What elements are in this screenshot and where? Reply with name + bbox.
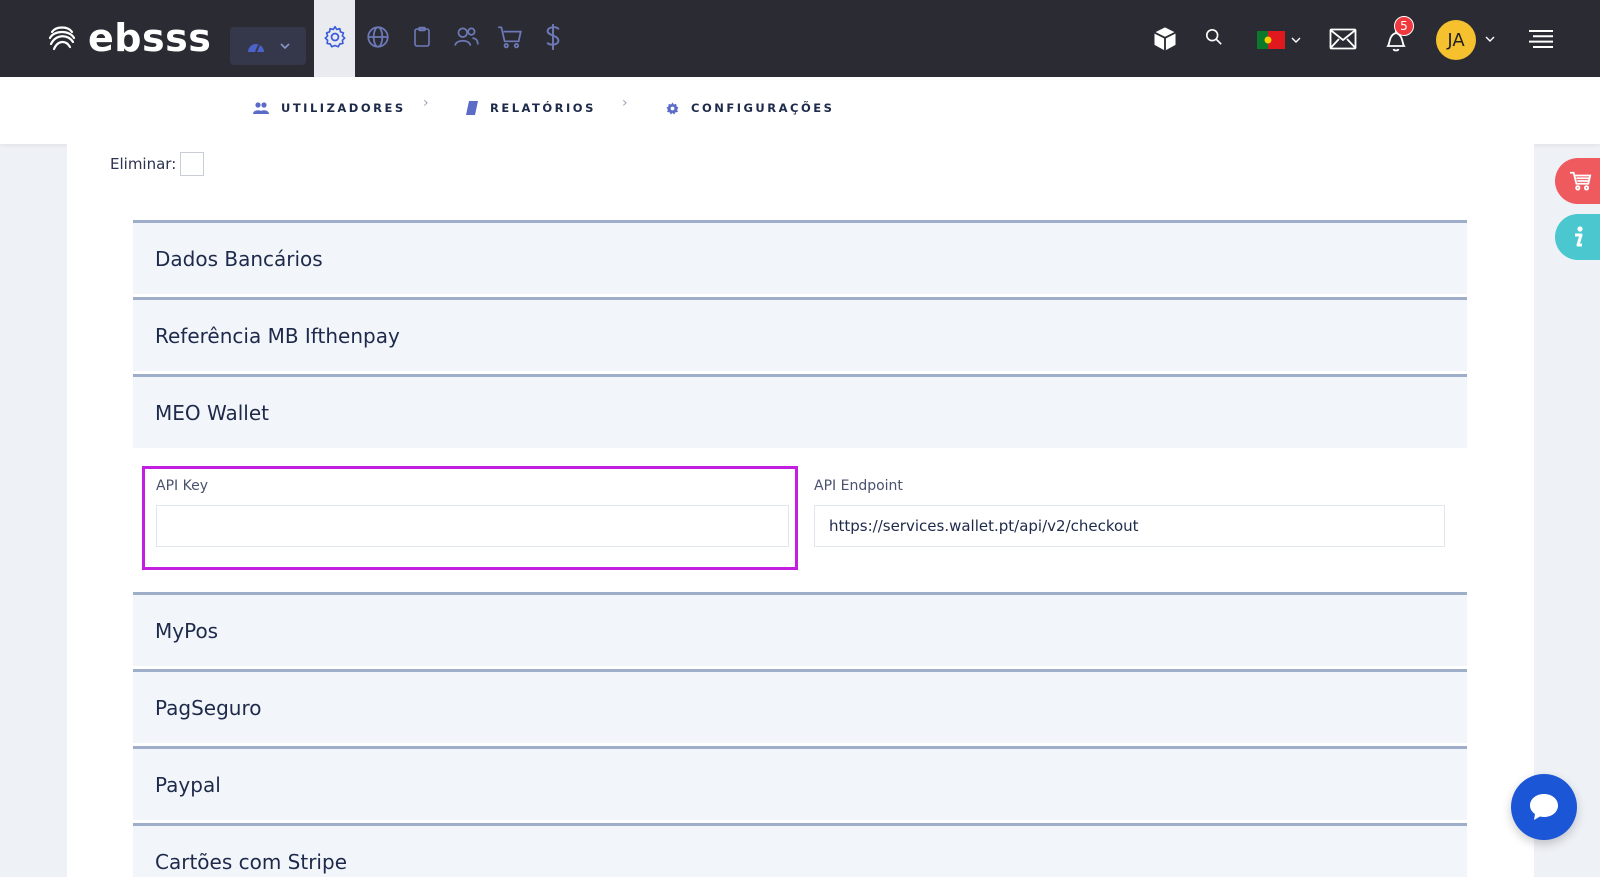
chevron-down-icon: [280, 43, 290, 50]
chat-bubble-icon: [1530, 794, 1558, 820]
cart-icon: [1570, 171, 1592, 191]
section-dados-bancarios[interactable]: Dados Bancários: [133, 220, 1467, 294]
search-icon: [1205, 28, 1222, 45]
users-icon: [253, 102, 269, 114]
nav-clipboard[interactable]: [407, 22, 437, 52]
chevron-down-icon: [1291, 37, 1301, 43]
section-title: MEO Wallet: [155, 401, 270, 425]
dashboard-gauge-icon: [248, 44, 264, 53]
nav-globe[interactable]: [363, 22, 393, 52]
section-title: Cartões com Stripe: [155, 850, 347, 874]
eliminar-checkbox[interactable]: [180, 152, 205, 176]
logo-text: ebsss: [88, 16, 212, 60]
notification-badge: 5: [1394, 16, 1414, 36]
nav-finance[interactable]: [538, 22, 568, 52]
section-title: MyPos: [155, 619, 219, 643]
breadcrumb-separator-icon: ›: [622, 95, 628, 111]
cart-icon: [498, 26, 522, 49]
chevron-down-icon: [1485, 36, 1495, 42]
avatar[interactable]: JA: [1436, 20, 1476, 60]
section-title: Paypal: [155, 773, 221, 797]
portugal-flag-icon: [1257, 31, 1285, 49]
floating-cart-button[interactable]: [1555, 158, 1600, 204]
section-title: Referência MB Ifthenpay: [155, 324, 400, 348]
highlight-box: [142, 466, 798, 570]
section-paypal[interactable]: Paypal: [133, 746, 1467, 820]
box-button[interactable]: [1150, 24, 1180, 54]
messages-button[interactable]: [1328, 25, 1358, 53]
search-button[interactable]: [1203, 26, 1225, 48]
breadcrumb-label: CONFIGURAÇÕES: [691, 101, 835, 115]
breadcrumb-item-configuracoes[interactable]: CONFIGURAÇÕES: [666, 101, 834, 115]
breadcrumb: UTILIZADORES › RELATÓRIOS › CONFIGURAÇÕE…: [0, 77, 1600, 144]
logo[interactable]: ebsss: [46, 18, 211, 58]
language-selector[interactable]: [1256, 30, 1302, 50]
fingerprint-logo-icon: [48, 26, 76, 51]
nav-users[interactable]: [451, 22, 481, 52]
section-meo-wallet[interactable]: MEO Wallet: [133, 374, 1467, 448]
users-icon: [454, 27, 479, 46]
dashboard-dropdown[interactable]: [230, 27, 306, 65]
hamburger-menu-icon: [1529, 30, 1553, 48]
api-endpoint-input[interactable]: [814, 505, 1445, 547]
section-cartoes-stripe[interactable]: Cartões com Stripe: [133, 823, 1467, 877]
eliminar-row: Eliminar:: [110, 152, 205, 176]
section-pagseguro[interactable]: PagSeguro: [133, 669, 1467, 743]
section-title: Dados Bancários: [155, 247, 323, 271]
book-icon: [466, 101, 478, 115]
breadcrumb-label: RELATÓRIOS: [490, 101, 596, 115]
section-referencia-mb[interactable]: Referência MB Ifthenpay: [133, 297, 1467, 371]
breadcrumb-separator-icon: ›: [423, 95, 429, 111]
api-endpoint-label: API Endpoint: [814, 478, 903, 494]
mail-icon: [1329, 28, 1357, 50]
dollar-icon: [546, 24, 560, 50]
section-mypos[interactable]: MyPos: [133, 592, 1467, 666]
chat-button[interactable]: [1511, 774, 1577, 840]
info-icon: [1575, 226, 1583, 247]
breadcrumb-item-relatorios[interactable]: RELATÓRIOS: [466, 101, 596, 115]
menu-button[interactable]: [1528, 28, 1554, 50]
nav-cart[interactable]: [495, 22, 525, 52]
globe-icon: [367, 26, 389, 48]
user-menu-toggle[interactable]: [1484, 34, 1496, 44]
gear-icon: [324, 25, 346, 48]
gear-icon: [666, 102, 679, 114]
nav-settings[interactable]: [320, 22, 350, 52]
breadcrumb-item-utilizadores[interactable]: UTILIZADORES: [253, 101, 406, 115]
top-navbar: ebsss 5 JA: [0, 0, 1600, 77]
cube-icon: [1154, 27, 1176, 51]
breadcrumb-label: UTILIZADORES: [281, 101, 406, 115]
eliminar-label: Eliminar:: [110, 155, 177, 173]
section-title: PagSeguro: [155, 696, 262, 720]
clipboard-icon: [414, 26, 430, 47]
floating-info-button[interactable]: [1555, 214, 1600, 260]
